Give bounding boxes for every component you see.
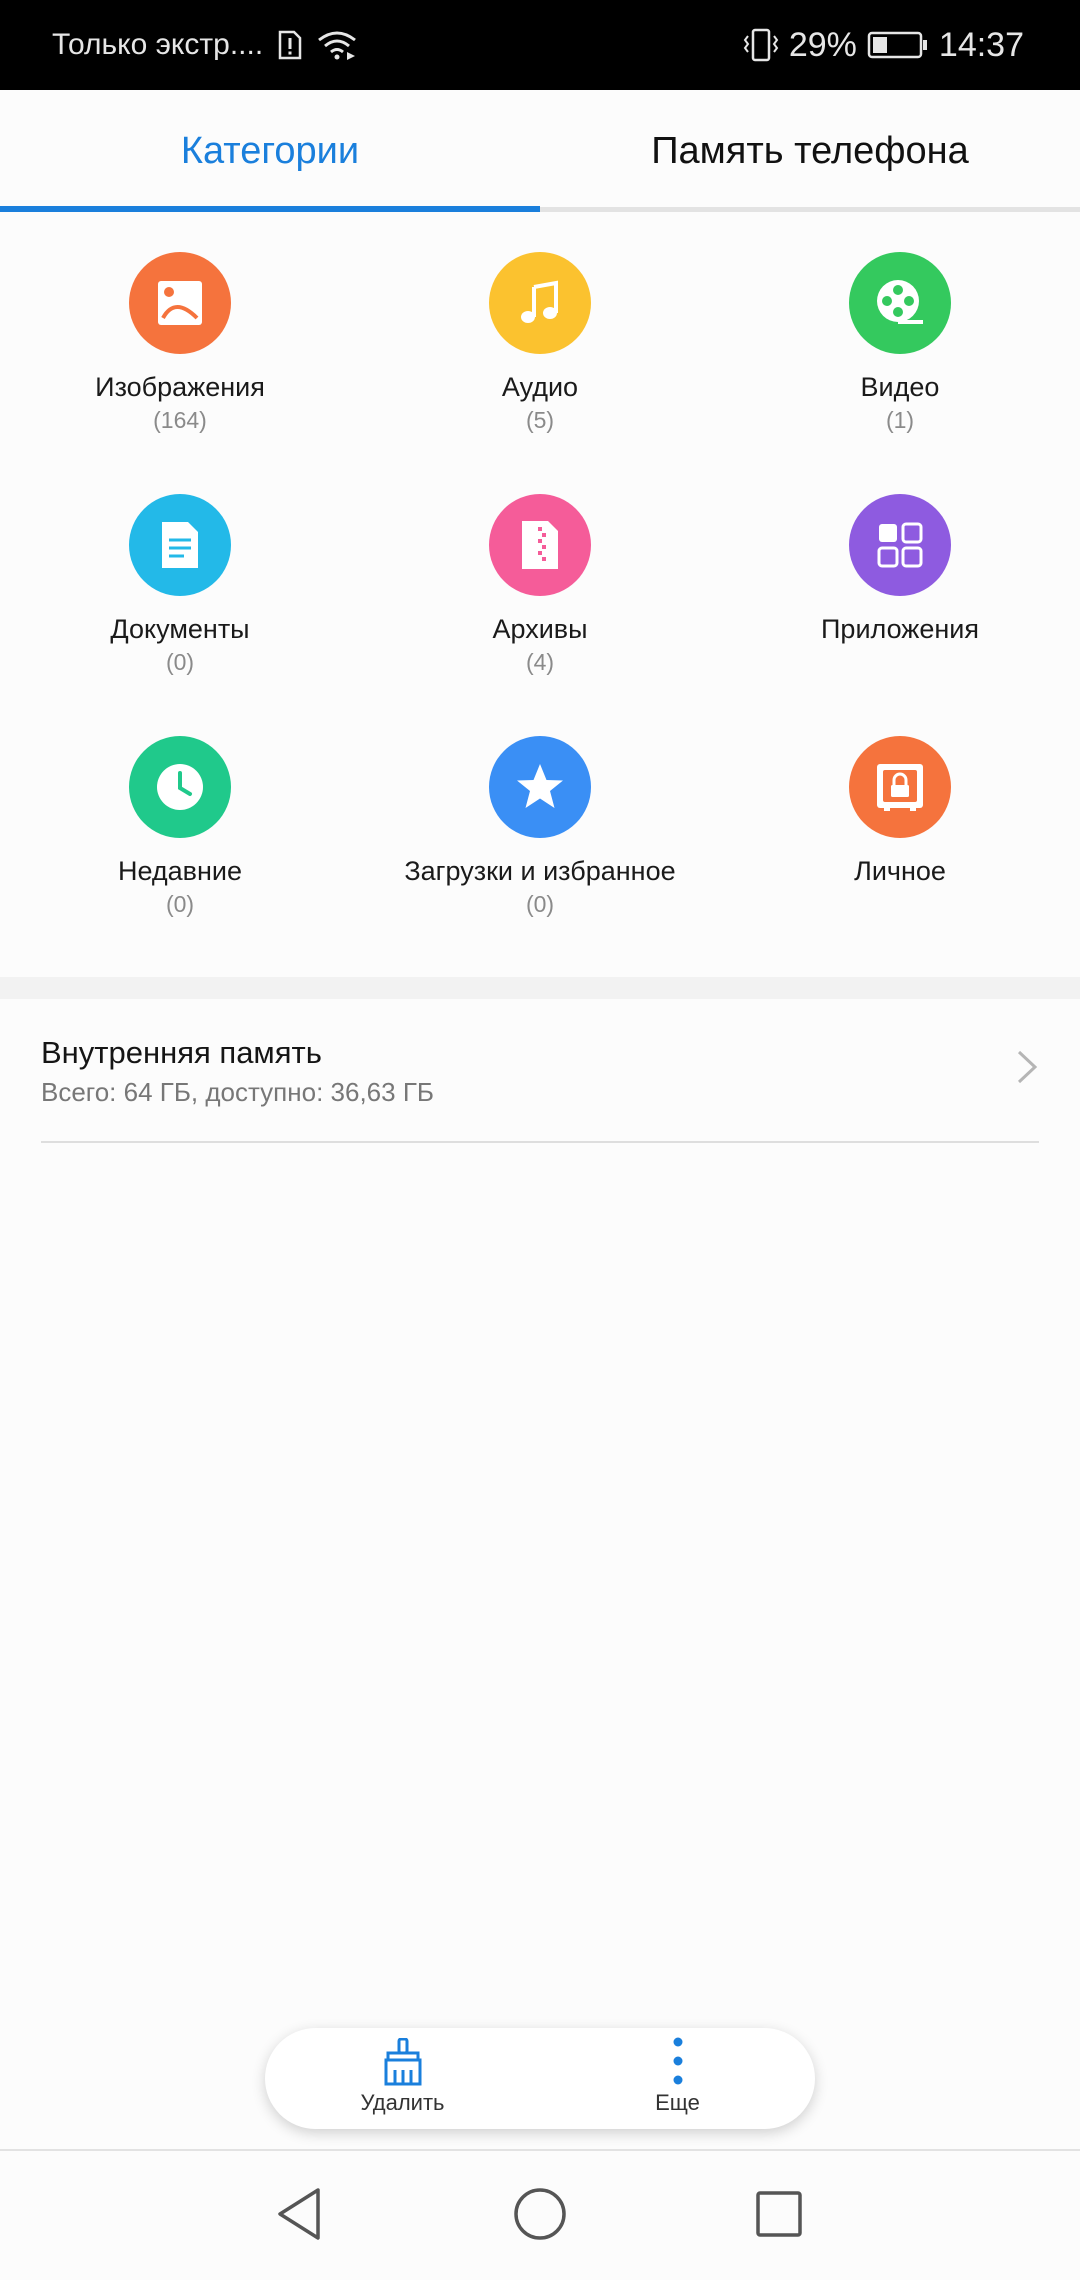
category-images[interactable]: Изображения (164) — [0, 252, 360, 436]
storage-subtitle: Всего: 64 ГБ, доступно: 36,63 ГБ — [41, 1077, 434, 1107]
category-downloads-favorites[interactable]: Загрузки и избранное (0) — [360, 736, 720, 920]
tab-categories[interactable]: Категории — [0, 90, 540, 212]
category-label: Архивы — [492, 614, 588, 644]
nav-home-button[interactable] — [505, 2181, 575, 2251]
status-bar: Только экстр.... 29% 14:37 — [0, 0, 1080, 90]
section-divider — [0, 977, 1080, 999]
category-label: Аудио — [501, 372, 579, 402]
category-count: (5) — [525, 407, 555, 433]
category-count: (1) — [885, 407, 915, 433]
category-count: (164) — [153, 407, 207, 433]
vibrate-icon — [743, 28, 779, 62]
music-note-icon — [489, 252, 591, 354]
more-vertical-icon — [540, 2028, 815, 2086]
wifi-icon — [317, 30, 357, 60]
clock-icon — [129, 736, 231, 838]
tab-bar: Категории Память телефона — [0, 90, 1080, 213]
category-label: Документы — [110, 614, 250, 644]
alert-sim-icon — [277, 30, 303, 60]
home-circle-icon — [512, 2186, 568, 2247]
tab-phone-storage[interactable]: Память телефона — [540, 90, 1080, 212]
category-count: (0) — [165, 649, 195, 675]
status-left: Только экстр.... — [52, 28, 357, 62]
category-label: Приложения — [821, 614, 979, 644]
category-private[interactable]: Личное — [720, 736, 1080, 888]
recents-square-icon — [754, 2189, 804, 2244]
category-count: (0) — [525, 891, 555, 917]
category-documents[interactable]: Документы (0) — [0, 494, 360, 678]
row-separator — [41, 1141, 1039, 1143]
category-archives[interactable]: Архивы (4) — [360, 494, 720, 678]
battery-percent: 29% — [788, 25, 857, 64]
category-video[interactable]: Видео (1) — [720, 252, 1080, 436]
category-count: (0) — [165, 891, 195, 917]
delete-button[interactable]: Удалить — [265, 2028, 540, 2129]
image-icon — [129, 252, 231, 354]
category-recent[interactable]: Недавние (0) — [0, 736, 360, 920]
apps-grid-icon — [849, 494, 951, 596]
more-label: Еще — [655, 2090, 700, 2115]
clock-time: 14:37 — [938, 25, 1024, 64]
screen: Только экстр.... 29% 14:37 Категории Пам… — [0, 0, 1080, 2280]
system-nav-bar — [0, 2151, 1080, 2280]
more-button[interactable]: Еще — [540, 2028, 815, 2129]
category-label: Видео — [860, 372, 940, 402]
back-triangle-icon — [274, 2186, 324, 2247]
chevron-right-icon — [1016, 1049, 1038, 1090]
carrier-text: Только экстр.... — [52, 28, 264, 61]
status-right: 29% 14:37 — [743, 26, 1024, 65]
battery-icon — [867, 30, 929, 60]
film-reel-icon — [849, 252, 951, 354]
document-icon — [129, 494, 231, 596]
nav-recents-button[interactable] — [744, 2181, 814, 2251]
category-label: Загрузки и избранное — [404, 856, 676, 886]
internal-storage-row[interactable]: Внутренняя память Всего: 64 ГБ, доступно… — [0, 999, 1080, 1143]
category-count: (4) — [525, 649, 555, 675]
broom-icon — [265, 2028, 540, 2086]
archive-icon — [489, 494, 591, 596]
bottom-action-bar: Удалить Еще — [265, 2028, 815, 2129]
category-label: Личное — [854, 856, 946, 886]
storage-title: Внутренняя память — [41, 1035, 322, 1070]
category-grid: Изображения (164) Аудио (5) Видео (1) До… — [0, 212, 1080, 977]
delete-label: Удалить — [360, 2090, 445, 2115]
star-icon — [489, 736, 591, 838]
category-audio[interactable]: Аудио (5) — [360, 252, 720, 436]
category-label: Изображения — [95, 372, 265, 402]
safe-icon — [849, 736, 951, 838]
category-apps[interactable]: Приложения — [720, 494, 1080, 646]
category-label: Недавние — [117, 856, 243, 886]
nav-back-button[interactable] — [264, 2181, 334, 2251]
